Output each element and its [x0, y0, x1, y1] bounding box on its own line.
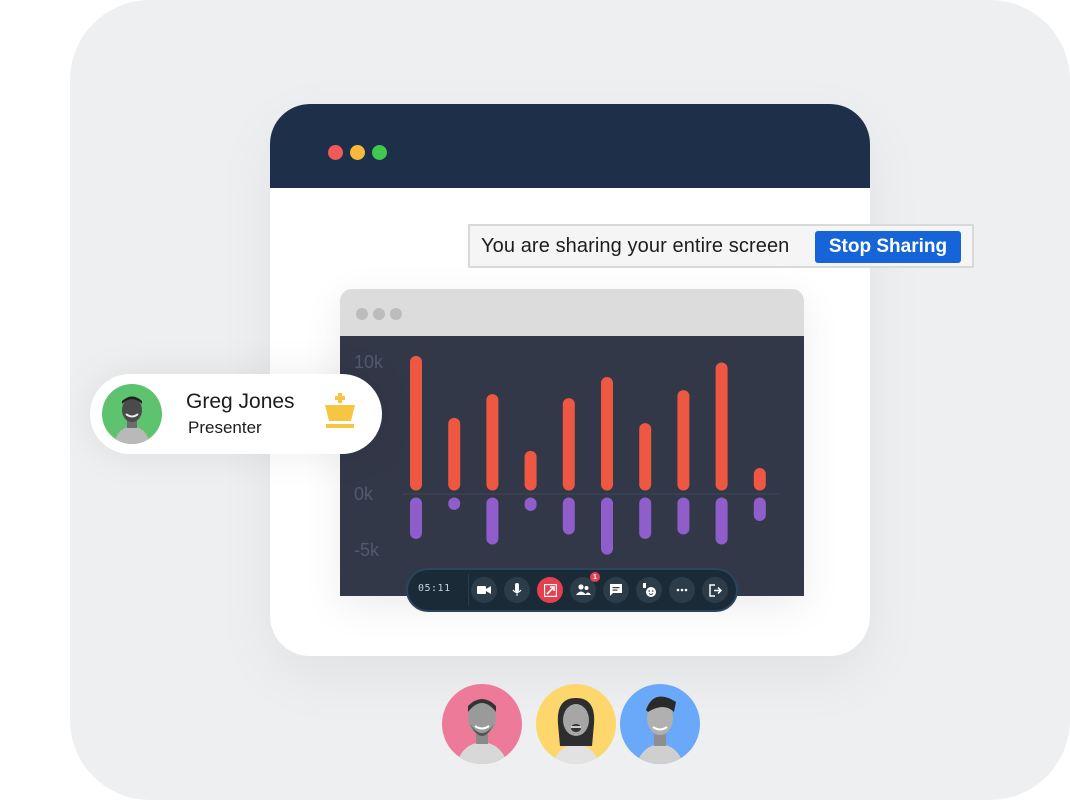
bar-positive-5: [562, 398, 575, 491]
toolbar-divider: [468, 574, 469, 606]
crown-icon: [325, 393, 355, 428]
bar-negative-3: [486, 497, 499, 545]
participant-avatar-3[interactable]: [620, 684, 700, 764]
bar-positive-2: [448, 417, 461, 491]
reactions-button[interactable]: [636, 577, 662, 603]
bar-negative-9: [715, 497, 728, 545]
minimize-window-button[interactable]: [350, 145, 365, 160]
y-tick-label: -5k: [354, 540, 380, 560]
y-tick-label: 0k: [354, 484, 374, 504]
bar-negative-6: [601, 497, 613, 555]
window-titlebar: [270, 104, 870, 188]
screen-share-banner: You are sharing your entire screen Stop …: [468, 224, 974, 268]
presenter-name: Greg Jones: [186, 390, 295, 413]
microphone-icon: [512, 583, 522, 596]
presenter-card: Greg Jones Presenter: [90, 374, 382, 454]
person-photo-icon: [456, 699, 508, 764]
participant-avatar-1[interactable]: [442, 684, 522, 764]
person-photo-icon: [636, 696, 684, 764]
bar-negative-7: [639, 497, 652, 539]
screen-share-icon: [543, 583, 557, 597]
meeting-timer: 05:11: [418, 583, 451, 594]
stop-screen-share-button[interactable]: [537, 577, 563, 603]
presenter-avatar: [102, 384, 162, 444]
bar-chart: 10k0k-5k-10k: [354, 352, 780, 560]
bar-negative-5: [562, 497, 575, 535]
leave-icon: [708, 583, 722, 597]
more-icon: [676, 588, 688, 592]
bar-positive-4: [524, 450, 537, 491]
participants-count-badge: 1: [590, 572, 600, 582]
bar-negative-2: [448, 497, 461, 510]
stop-sharing-button[interactable]: Stop Sharing: [815, 231, 961, 263]
bar-negative-10: [753, 497, 766, 522]
leave-meeting-button[interactable]: [702, 577, 728, 603]
bar-negative-4: [524, 497, 537, 511]
participants-icon: [575, 584, 591, 595]
participant-avatar-2[interactable]: [536, 684, 616, 764]
bar-positive-8: [677, 390, 690, 491]
video-button[interactable]: [471, 577, 497, 603]
microphone-button[interactable]: [504, 577, 530, 603]
chat-icon: [610, 584, 622, 596]
presenter-role: Presenter: [188, 418, 262, 437]
participants-button[interactable]: 1: [570, 572, 600, 603]
bar-negative-8: [677, 497, 690, 535]
maximize-window-button[interactable]: [372, 145, 387, 160]
bar-positive-1: [410, 355, 422, 491]
bar-positive-9: [715, 362, 728, 491]
bar-positive-6: [601, 376, 613, 491]
chat-button[interactable]: [603, 577, 629, 603]
person-photo-icon: [114, 396, 150, 444]
close-window-button[interactable]: [328, 145, 343, 160]
meeting-toolbar: 05:11 1: [406, 568, 738, 612]
bar-negative-1: [410, 497, 422, 539]
y-tick-label: 10k: [354, 352, 384, 372]
bar-positive-7: [639, 423, 652, 491]
person-photo-icon: [552, 698, 600, 764]
video-camera-icon: [477, 586, 491, 594]
more-options-button[interactable]: [669, 577, 695, 603]
bar-positive-10: [753, 468, 766, 491]
share-status-text: You are sharing your entire screen: [481, 234, 790, 257]
reaction-icon: [643, 583, 656, 597]
bar-positive-3: [486, 394, 499, 491]
